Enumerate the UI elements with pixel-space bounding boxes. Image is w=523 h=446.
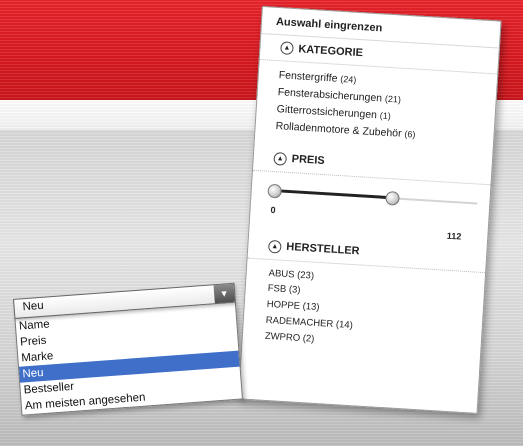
- slider-min-handle[interactable]: [267, 183, 283, 199]
- chevron-up-circle-icon: ▲: [280, 41, 294, 55]
- chevron-up-circle-icon: ▲: [273, 151, 288, 166]
- price-max-label: 112: [446, 230, 462, 242]
- kategorie-list: Fenstergriffe (24) Fensterabsicherungen …: [255, 60, 498, 159]
- section-kategorie-label: KATEGORIE: [298, 42, 364, 59]
- section-preis: ▲ PREIS 0 112: [249, 144, 493, 246]
- chevron-up-circle-icon: ▲: [267, 239, 282, 254]
- slider-selected-range: [273, 188, 392, 199]
- slider-max-handle[interactable]: [385, 190, 401, 206]
- hersteller-list: ABUS (23) FSB (3) HOPPE (13) RADEMACHER …: [242, 258, 485, 364]
- section-hersteller-label: HERSTELLER: [285, 240, 360, 258]
- section-preis-label: PREIS: [291, 153, 326, 168]
- dropdown-arrow-icon[interactable]: ▼: [213, 283, 235, 304]
- filter-panel: Auswahl eingrenzen ▲ KATEGORIE Fenstergr…: [237, 6, 502, 414]
- price-min-label: 0: [270, 204, 276, 215]
- sort-selected-value: Neu: [22, 299, 45, 314]
- section-kategorie: ▲ KATEGORIE Fenstergriffe (24) Fensterab…: [255, 34, 499, 159]
- section-hersteller: ▲ HERSTELLER ABUS (23) FSB (3) HOPPE (13…: [242, 232, 487, 364]
- sort-dropdown: Neu ▼ Name Preis Marke Neu Bestseller Am…: [13, 282, 243, 416]
- sort-options-list: Name Preis Marke Neu Bestseller Am meist…: [14, 302, 243, 416]
